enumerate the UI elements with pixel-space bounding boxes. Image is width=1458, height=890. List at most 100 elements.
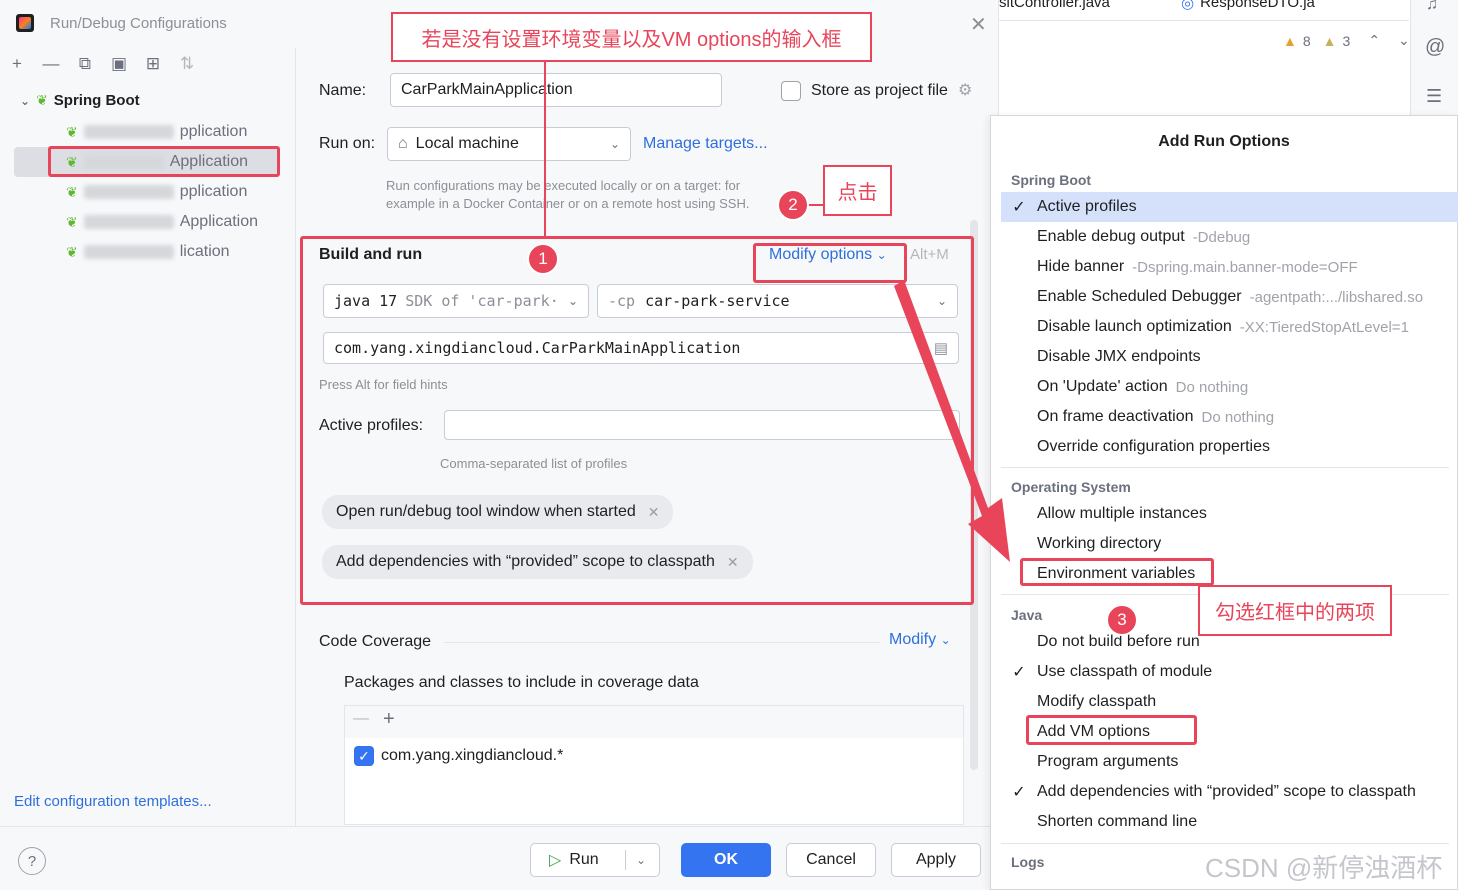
option-use-classpath-of-module[interactable]: ✓ Use classpath of module [1001,657,1458,687]
gear-icon[interactable]: ⚙ [958,80,972,100]
coverage-entry-checkbox[interactable]: ✓ [354,746,374,766]
weak-warning-count: 3 [1342,32,1351,49]
copy-icon[interactable]: ⧉ [74,54,96,74]
editor-tab-label: ResponseDTO.ja [1200,0,1315,11]
annotation-arrow [894,280,1010,562]
chevron-down-icon[interactable]: ⌄ [20,94,30,108]
chip-label: Add dependencies with “provided” scope t… [336,553,715,570]
class-icon: ◎ [1181,0,1195,12]
close-icon[interactable]: ✕ [648,504,660,521]
config-tree-panel: + — ⧉ ▣ ⊞ ⇅ ⌄ ❦ Spring Boot ❦ pplication… [0,48,296,826]
option-add-provided-dependencies[interactable]: ✓ Add dependencies with “provided” scope… [1001,777,1458,807]
option-label: Disable JMX endpoints [1037,348,1201,365]
section-separator [1001,467,1449,468]
section-separator [1001,843,1449,844]
save-icon[interactable]: ▣ [108,54,130,74]
cancel-button[interactable]: Cancel [786,843,876,877]
tree-item-label: Application [169,153,249,170]
option-allow-multiple-instances[interactable]: Allow multiple instances [1001,499,1458,529]
remove-icon[interactable]: — [353,710,369,728]
close-icon[interactable]: ✕ [727,554,739,571]
section-header-logs: Logs [1011,854,1045,870]
option-modify-classpath[interactable]: Modify classpath [1001,687,1458,717]
store-as-project-checkbox[interactable] [781,81,801,101]
option-hide-banner[interactable]: Hide banner -Dspring.main.banner-mode=OF… [1001,252,1458,282]
ok-button[interactable]: OK [681,843,771,877]
option-working-directory[interactable]: Working directory [1001,529,1458,559]
inspection-widget[interactable]: ▲ 8 ▲ 3 ⌃ ⌄ [1283,32,1410,49]
new-folder-icon[interactable]: ⊞ [142,54,164,74]
option-label: Override configuration properties [1037,438,1271,455]
field-hints-text: Press Alt for field hints [319,377,448,392]
tree-item[interactable]: ❦ pplication [66,178,247,206]
option-enable-debug-output[interactable]: Enable debug output -Ddebug [1001,222,1458,252]
help-button[interactable]: ? [18,847,46,875]
editor-background: sitController.java ◎ ResponseDTO.ja ▲ 8 … [998,0,1410,115]
run-button-label: Run [569,851,599,868]
main-class-input[interactable]: com.yang.xingdiancloud.CarParkMainApplic… [323,332,959,364]
manage-targets-link[interactable]: Manage targets... [643,135,768,153]
code-coverage-title: Code Coverage [319,633,432,650]
option-chip-provided-scope[interactable]: Add dependencies with “provided” scope t… [322,545,753,579]
tree-item[interactable]: ❦ pplication [66,118,247,146]
editor-tab[interactable]: sitController.java [999,0,1110,12]
ai-assistant-icon[interactable]: @ [1425,36,1445,59]
apply-button[interactable]: Apply [891,843,981,877]
option-on-update-action[interactable]: On 'Update' action Do nothing [1001,372,1458,402]
option-label: Modify classpath [1037,693,1157,710]
tree-root-spring-boot[interactable]: ⌄ ❦ Spring Boot [20,92,140,109]
jdk-select[interactable]: java 17 SDK of 'car-park· ⌄ [323,284,589,318]
option-enable-scheduled-debugger[interactable]: Enable Scheduled Debugger -agentpath:...… [1001,282,1458,312]
option-chip-open-tool-window[interactable]: Open run/debug tool window when started … [322,495,674,529]
option-override-config-properties[interactable]: Override configuration properties [1001,432,1458,462]
option-program-arguments[interactable]: Program arguments [1001,747,1458,777]
step-badge-3: 3 [1106,604,1138,636]
database-icon[interactable]: ☰ [1426,86,1442,107]
redacted-name [83,245,174,259]
tree-item[interactable]: ❦ Application [66,208,258,236]
modify-options-link[interactable]: Modify options ⌄ [769,246,887,264]
coverage-modify-link[interactable]: Modify ⌄ [889,631,951,649]
tree-item-label: pplication [179,183,248,200]
run-on-hint-line2: example in a Docker Container or on a re… [386,196,750,211]
modify-options-shortcut: Alt+M [910,246,949,263]
tree-toolbar: + — ⧉ ▣ ⊞ ⇅ [6,54,198,74]
edit-templates-link[interactable]: Edit configuration templates... [14,793,212,810]
tab-divider [999,20,1409,21]
sort-icon[interactable]: ⇅ [176,54,198,74]
active-profiles-input[interactable] [444,410,960,440]
option-hint: Do nothing [1201,408,1275,426]
callout-missing-inputs: 若是没有设置环境变量以及VM options的输入框 [391,12,872,62]
option-hint: Do nothing [1175,378,1249,396]
tree-item[interactable]: ❦ lication [66,238,230,266]
option-disable-launch-optimization[interactable]: Disable launch optimization -XX:TieredSt… [1001,312,1458,342]
chevron-up-icon[interactable]: ⌃ [1368,32,1380,49]
close-icon[interactable]: ✕ [970,12,987,37]
run-button[interactable]: ▷ Run ⌄ [530,843,660,877]
modify-options-label: Modify options [769,246,873,263]
chevron-down-icon: ⌄ [609,137,620,151]
notifications-icon[interactable]: ♫ [1426,0,1438,14]
section-divider [444,642,880,643]
coverage-entry-label: com.yang.xingdiancloud.* [381,747,564,764]
divider [625,850,626,870]
add-icon[interactable]: + [383,708,395,731]
chevron-down-icon[interactable]: ⌄ [636,853,646,867]
add-icon[interactable]: + [6,54,28,74]
option-disable-jmx-endpoints[interactable]: Disable JMX endpoints [1001,342,1458,372]
run-on-select[interactable]: ⌂ Local machine ⌄ [387,127,631,161]
callout-click: 点击 [823,165,892,216]
remove-icon[interactable]: — [40,54,62,74]
tree-item-selected[interactable]: ❦ Application [66,148,248,176]
option-active-profiles[interactable]: ✓ Active profiles [1001,192,1458,222]
option-label: Enable Scheduled Debugger [1037,288,1242,305]
option-label: Program arguments [1037,753,1179,770]
play-icon: ▷ [549,852,562,869]
option-on-frame-deactivation[interactable]: On frame deactivation Do nothing [1001,402,1458,432]
editor-tab[interactable]: ◎ ResponseDTO.ja [1181,0,1315,12]
name-input[interactable]: CarParkMainApplication [390,73,722,107]
option-add-vm-options[interactable]: Add VM options [1001,717,1458,747]
chevron-down-icon[interactable]: ⌄ [1398,32,1410,49]
redacted-name [83,215,174,229]
option-shorten-command-line[interactable]: Shorten command line [1001,807,1458,837]
